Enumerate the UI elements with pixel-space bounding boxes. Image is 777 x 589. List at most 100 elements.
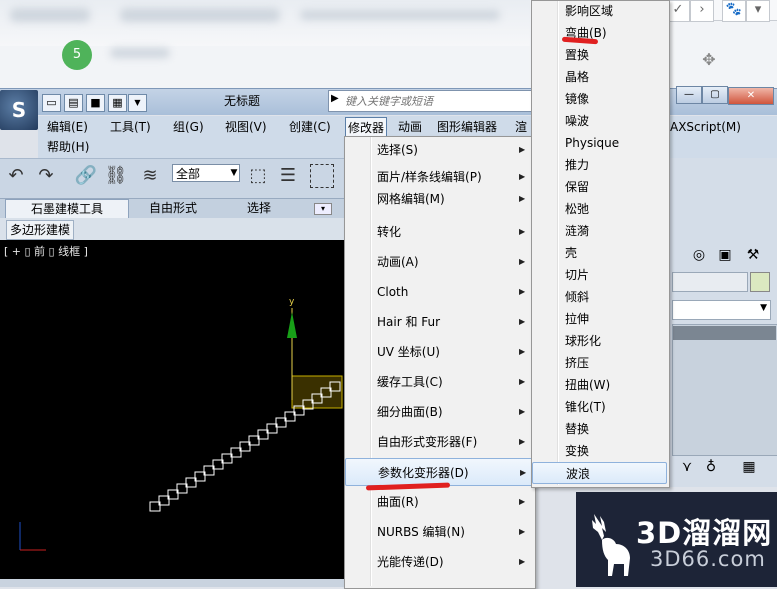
menu-item-free-form-deformers[interactable]: 自由形式变形器(F) ▶ bbox=[345, 428, 533, 456]
save-icon[interactable]: ■ bbox=[86, 94, 105, 112]
tab-graphite-modeling[interactable]: 石墨建模工具 bbox=[5, 199, 129, 219]
menu-animation[interactable]: 动画 bbox=[398, 117, 422, 137]
menu-item-mesh-editing[interactable]: 网格编辑(M) ▶ bbox=[345, 188, 533, 210]
menu-item-label: 曲面(R) bbox=[377, 495, 419, 509]
configure-modifier-sets-icon[interactable]: ▦ bbox=[738, 456, 760, 478]
submenu-item-substitute[interactable]: 替换 bbox=[532, 418, 667, 440]
tab-selection[interactable]: 选择 bbox=[232, 199, 286, 217]
notification-badge[interactable]: 5 bbox=[62, 40, 92, 70]
link-icon[interactable]: 🔗 bbox=[74, 164, 98, 188]
object-color-swatch[interactable] bbox=[750, 272, 770, 292]
chevron-down-icon[interactable]: ▼ bbox=[228, 164, 240, 182]
menu-item-patch-spline-editing[interactable]: 面片/样条线编辑(P) ▶ bbox=[345, 166, 533, 188]
submenu-item-wave[interactable]: 波浪 bbox=[532, 462, 667, 484]
rectangular-selection-icon[interactable] bbox=[310, 164, 334, 188]
undo-icon[interactable]: ↶ bbox=[4, 164, 28, 188]
tab-freeform[interactable]: 自由形式 bbox=[138, 199, 208, 217]
menu-tools[interactable]: 工具(T) bbox=[110, 117, 151, 137]
ribbon-toggle-icon[interactable]: ▾ bbox=[314, 203, 332, 215]
menu-edit[interactable]: 编辑(E) bbox=[47, 117, 88, 137]
search-box[interactable]: ▶ bbox=[328, 90, 536, 112]
submenu-item-noise[interactable]: 噪波 bbox=[532, 110, 667, 132]
menu-item-cloth[interactable]: Cloth ▶ bbox=[345, 278, 533, 306]
submenu-item-squeeze[interactable]: 挤压 bbox=[532, 352, 667, 374]
chevron-right-icon[interactable]: › bbox=[690, 0, 714, 22]
pin-stack-icon[interactable]: ⋎ bbox=[676, 456, 698, 478]
menu-item-cache-tools[interactable]: 缓存工具(C) ▶ bbox=[345, 368, 533, 396]
menu-group[interactable]: 组(G) bbox=[173, 117, 204, 137]
submenu-item-affect-region[interactable]: 影响区域 bbox=[532, 0, 667, 22]
app-logo-icon[interactable]: S bbox=[0, 90, 38, 130]
submenu-item-label: 拉伸 bbox=[565, 312, 590, 326]
submenu-item-slice[interactable]: 切片 bbox=[532, 264, 667, 286]
modifier-list-dropdown[interactable]: ▼ bbox=[672, 300, 771, 320]
submenu-arrow-icon: ▶ bbox=[520, 468, 527, 477]
move-icon[interactable]: ✥ bbox=[700, 50, 718, 69]
submenu-item-label: 挤压 bbox=[565, 356, 590, 370]
submenu-item-push[interactable]: 推力 bbox=[532, 154, 667, 176]
menu-item-nurbs-editing[interactable]: NURBS 编辑(N) ▶ bbox=[345, 518, 533, 546]
menu-item-subdivision-surfaces[interactable]: 细分曲面(B) ▶ bbox=[345, 398, 533, 426]
menu-item-conversion[interactable]: 转化 ▶ bbox=[345, 218, 533, 246]
submenu-item-taper[interactable]: 锥化(T) bbox=[532, 396, 667, 418]
menu-item-uv-coordinates[interactable]: UV 坐标(U) ▶ bbox=[345, 338, 533, 366]
minimize-icon[interactable]: — bbox=[676, 86, 702, 104]
unlink-icon[interactable]: ⛓ bbox=[104, 164, 128, 188]
search-input[interactable] bbox=[343, 92, 533, 110]
project-folder-icon[interactable]: ▦ bbox=[108, 94, 127, 112]
submenu-item-ripple[interactable]: 涟漪 bbox=[532, 220, 667, 242]
timeline-bar[interactable] bbox=[0, 579, 344, 587]
menu-help[interactable]: 帮助(H) bbox=[47, 137, 89, 157]
display-icon[interactable]: ▣ bbox=[714, 244, 736, 266]
menu-item-animation[interactable]: 动画(A) ▶ bbox=[345, 248, 533, 276]
show-end-result-icon[interactable]: ♁ bbox=[700, 456, 722, 478]
object-name-field[interactable] bbox=[672, 272, 748, 292]
hammer-icon[interactable]: ⚒ bbox=[742, 244, 764, 266]
submenu-item-lattice[interactable]: 晶格 bbox=[532, 66, 667, 88]
menu-item-radiosity[interactable]: 光能传递(D) ▶ bbox=[345, 548, 533, 576]
modifier-stack-selected[interactable] bbox=[673, 326, 776, 340]
menu-graph-editors[interactable]: 图形编辑器 bbox=[437, 117, 497, 137]
modifier-stack[interactable] bbox=[672, 324, 777, 456]
submenu-item-spherify[interactable]: 球形化 bbox=[532, 330, 667, 352]
submenu-item-shell[interactable]: 壳 bbox=[532, 242, 667, 264]
viewport-front[interactable]: y bbox=[0, 240, 344, 580]
redo-icon[interactable]: ↷ bbox=[34, 164, 58, 188]
menu-maxscript[interactable]: AXScript(M) bbox=[670, 117, 741, 137]
menu-item-select[interactable]: 选择(S) ▶ bbox=[345, 136, 533, 164]
menu-rendering[interactable]: 渲 bbox=[515, 117, 527, 137]
menu-item-label: 自由形式变形器(F) bbox=[377, 435, 478, 449]
submenu-item-relax[interactable]: 松弛 bbox=[532, 198, 667, 220]
submenu-item-xform[interactable]: 变换 bbox=[532, 440, 667, 462]
paw-icon[interactable]: 🐾 bbox=[722, 0, 746, 22]
submenu-item-displace[interactable]: 置换 bbox=[532, 44, 667, 66]
submenu-item-skew[interactable]: 倾斜 bbox=[532, 286, 667, 308]
viewport-label[interactable]: [ + ▯ 前 ▯ 线框 ] bbox=[4, 243, 88, 259]
menu-item-surface[interactable]: 曲面(R) ▶ bbox=[345, 488, 533, 516]
chevron-down-icon[interactable]: ▾ bbox=[746, 0, 770, 22]
submenu-item-bend[interactable]: 弯曲(B) bbox=[532, 22, 667, 44]
menu-item-hair-and-fur[interactable]: Hair 和 Fur ▶ bbox=[345, 308, 533, 336]
submenu-item-preserve[interactable]: 保留 bbox=[532, 176, 667, 198]
submenu-item-label: 涟漪 bbox=[565, 224, 590, 238]
browser-nav-controls: ✓ › 🐾 ▾ bbox=[666, 0, 777, 22]
hierarchy-icon[interactable]: ◎ bbox=[688, 244, 710, 266]
submenu-item-stretch[interactable]: 拉伸 bbox=[532, 308, 667, 330]
close-icon[interactable]: ✕ bbox=[728, 87, 774, 105]
menu-views[interactable]: 视图(V) bbox=[225, 117, 267, 137]
submenu-item-mirror[interactable]: 镜像 bbox=[532, 88, 667, 110]
new-file-icon[interactable]: ▭ bbox=[42, 94, 61, 112]
open-folder-icon[interactable]: ▤ bbox=[64, 94, 83, 112]
quick-access-dropdown[interactable]: ▼ bbox=[128, 94, 147, 112]
menu-create[interactable]: 创建(C) bbox=[289, 117, 331, 137]
select-by-name-icon[interactable]: ☰ bbox=[276, 164, 300, 188]
submenu-arrow-icon: ▶ bbox=[519, 347, 526, 356]
menu-item-parametric-deformers[interactable]: 参数化变形器(D) ▶ bbox=[345, 458, 533, 486]
bind-spacewarp-icon[interactable]: ≋ bbox=[138, 164, 162, 188]
maximize-icon[interactable]: ▢ bbox=[702, 86, 728, 104]
submenu-item-twist[interactable]: 扭曲(W) bbox=[532, 374, 667, 396]
select-object-icon[interactable]: ⬚ bbox=[246, 164, 270, 188]
submenu-item-physique[interactable]: Physique bbox=[532, 132, 667, 154]
tab-polygon-modeling[interactable]: 多边形建模 bbox=[6, 220, 75, 240]
submenu-item-label: 置换 bbox=[565, 48, 590, 62]
